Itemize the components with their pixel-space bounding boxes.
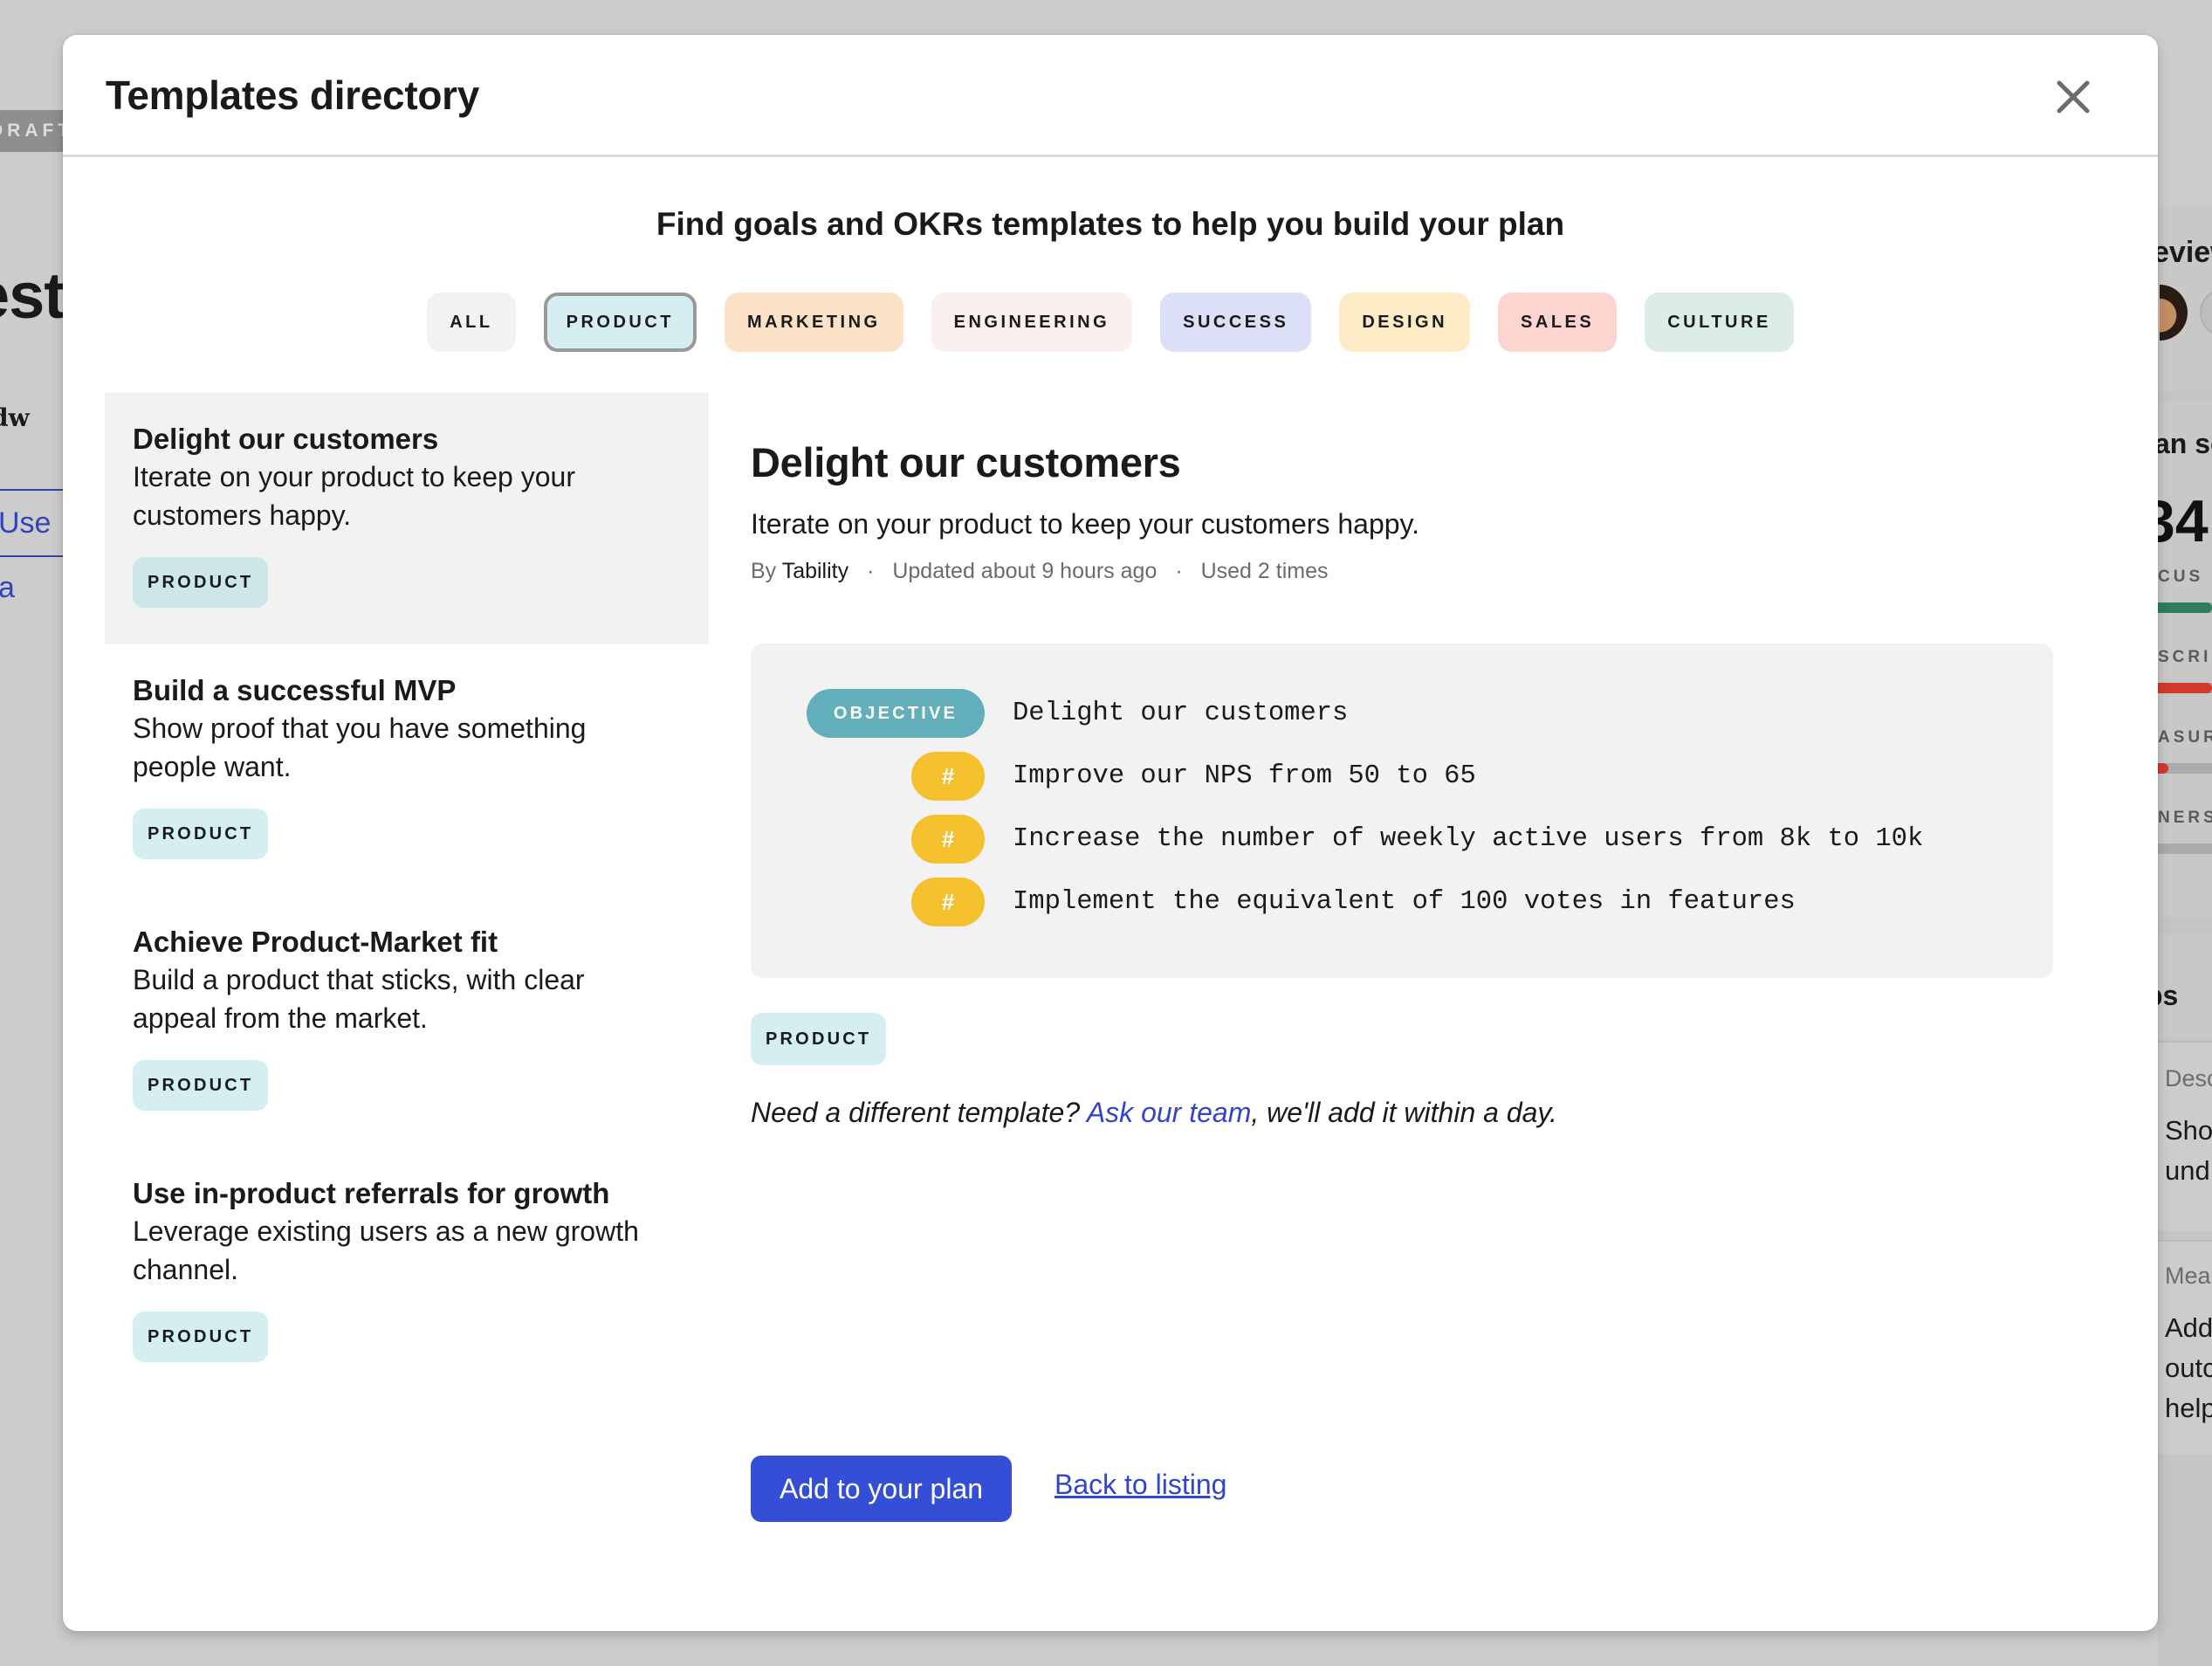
template-description: Leverage existing users as a new growth … bbox=[133, 1215, 639, 1285]
hash-icon: # bbox=[911, 752, 985, 801]
metric-bar bbox=[2158, 843, 2212, 854]
category-tag: PRODUCT bbox=[133, 1060, 269, 1111]
filter-product[interactable]: PRODUCT bbox=[543, 293, 697, 352]
plan-score-heading: an sc bbox=[2158, 428, 2212, 459]
category-tag: PRODUCT bbox=[133, 809, 269, 859]
template-list: Delight our customers Iterate on your pr… bbox=[105, 393, 709, 1399]
template-title: Achieve Product-Market fit bbox=[133, 926, 498, 958]
filter-all[interactable]: ALL bbox=[427, 293, 516, 352]
draft-badge: DRAFT bbox=[0, 110, 63, 152]
objective-badge: OBJECTIVE bbox=[807, 689, 985, 738]
plan-score-value: 34 bbox=[2158, 488, 2209, 554]
filter-design[interactable]: DESIGN bbox=[1339, 293, 1471, 352]
usage-count: Used 2 times bbox=[1200, 559, 1329, 583]
template-description: Iterate on your product to keep your cus… bbox=[133, 461, 575, 531]
metric-label: SCRIP bbox=[2158, 648, 2212, 666]
category-tag: PRODUCT bbox=[133, 557, 269, 608]
metric-bar-fill bbox=[2158, 602, 2212, 613]
objective-row: OBJECTIVE Delight our customers bbox=[751, 689, 2053, 738]
modal-header: Templates directory bbox=[63, 35, 2158, 157]
metric-bar bbox=[2158, 602, 2212, 613]
template-title: Delight our customers bbox=[133, 423, 439, 455]
metric-bar bbox=[2158, 763, 2212, 774]
reviewers-heading: eview bbox=[2158, 236, 2212, 269]
tips-heading: ps bbox=[2158, 980, 2179, 1011]
ask-our-team-link[interactable]: Ask our team bbox=[1087, 1097, 1252, 1128]
background-page-right: eview an sc 34 CUS SCRIP ASUR NERS ps De… bbox=[2158, 0, 2212, 1666]
metric-bar-fill bbox=[2158, 763, 2169, 774]
updated-time: Updated about 9 hours ago bbox=[892, 559, 1158, 583]
filter-engineering[interactable]: ENGINEERING bbox=[931, 293, 1133, 352]
back-to-listing-link[interactable]: Back to listing bbox=[1054, 1469, 1226, 1501]
key-result-row: # Increase the number of weekly active u… bbox=[751, 815, 2053, 864]
filter-marketing[interactable]: MARKETING bbox=[725, 293, 903, 352]
filter-culture[interactable]: CULTURE bbox=[1645, 293, 1794, 352]
detail-meta: By Tability · Updated about 9 hours ago … bbox=[751, 559, 1328, 584]
metric-label: NERS bbox=[2158, 809, 2212, 827]
meta-separator: · bbox=[1175, 559, 1183, 583]
meta-separator: · bbox=[867, 559, 875, 583]
metric-label: CUS bbox=[2158, 568, 2204, 586]
template-list-item[interactable]: Delight our customers Iterate on your pr… bbox=[105, 393, 709, 644]
tip-card: Desc Sho und bbox=[2158, 1041, 2212, 1231]
directory-subtitle: Find goals and OKRs templates to help yo… bbox=[656, 206, 1565, 242]
author-name: Tability bbox=[781, 559, 849, 583]
okr-preview: OBJECTIVE Delight our customers # Improv… bbox=[751, 644, 2053, 978]
background-page-left: DRAFT est dw Use a bbox=[0, 0, 63, 1666]
close-icon bbox=[2057, 80, 2090, 114]
by-label: By bbox=[751, 559, 777, 583]
close-button[interactable] bbox=[2051, 75, 2095, 119]
help-text: Need a different template? Ask our team,… bbox=[751, 1097, 1557, 1128]
key-result-text: Increase the number of weekly active use… bbox=[1013, 824, 1924, 854]
filter-success[interactable]: SUCCESS bbox=[1160, 293, 1312, 352]
hash-icon: # bbox=[911, 815, 985, 864]
template-title: Use in-product referrals for growth bbox=[133, 1177, 610, 1209]
metric-bar-fill bbox=[2158, 683, 2212, 693]
template-list-item[interactable]: Achieve Product-Market fit Build a produ… bbox=[105, 896, 709, 1147]
key-result-text: Improve our NPS from 50 to 65 bbox=[1013, 761, 1476, 791]
template-description: Build a product that sticks, with clear … bbox=[133, 964, 585, 1034]
metric-bar bbox=[2158, 683, 2212, 693]
template-title: Build a successful MVP bbox=[133, 674, 457, 706]
objective-text: Delight our customers bbox=[1013, 699, 1349, 728]
template-description: Show proof that you have something peopl… bbox=[133, 713, 587, 782]
category-filters: ALL PRODUCT MARKETING ENGINEERING SUCCES… bbox=[63, 293, 2158, 352]
detail-category-tag: PRODUCT bbox=[751, 1013, 887, 1065]
modal-title: Templates directory bbox=[106, 72, 480, 118]
metric-label: ASUR bbox=[2158, 728, 2212, 747]
background-page-title: est bbox=[0, 259, 63, 332]
key-result-row: # Improve our NPS from 50 to 65 bbox=[751, 752, 2053, 801]
background-handle: dw bbox=[0, 403, 30, 432]
templates-modal: Templates directory Find goals and OKRs … bbox=[63, 35, 2158, 1631]
hash-icon: # bbox=[911, 878, 985, 926]
detail-title: Delight our customers bbox=[751, 439, 1181, 485]
filter-sales[interactable]: SALES bbox=[1498, 293, 1618, 352]
detail-description: Iterate on your product to keep your cus… bbox=[751, 508, 1420, 540]
key-result-text: Implement the equivalent of 100 votes in… bbox=[1013, 887, 1796, 917]
template-list-item[interactable]: Use in-product referrals for growth Leve… bbox=[105, 1147, 709, 1399]
tip-card: Mea Add outc help bbox=[2158, 1240, 2212, 1455]
template-list-item[interactable]: Build a successful MVP Show proof that y… bbox=[105, 644, 709, 896]
add-to-plan-button[interactable]: Add to your plan bbox=[751, 1456, 1013, 1522]
background-use-button: Use a bbox=[0, 489, 63, 604]
key-result-row: # Implement the equivalent of 100 votes … bbox=[751, 878, 2053, 926]
category-tag: PRODUCT bbox=[133, 1311, 269, 1362]
